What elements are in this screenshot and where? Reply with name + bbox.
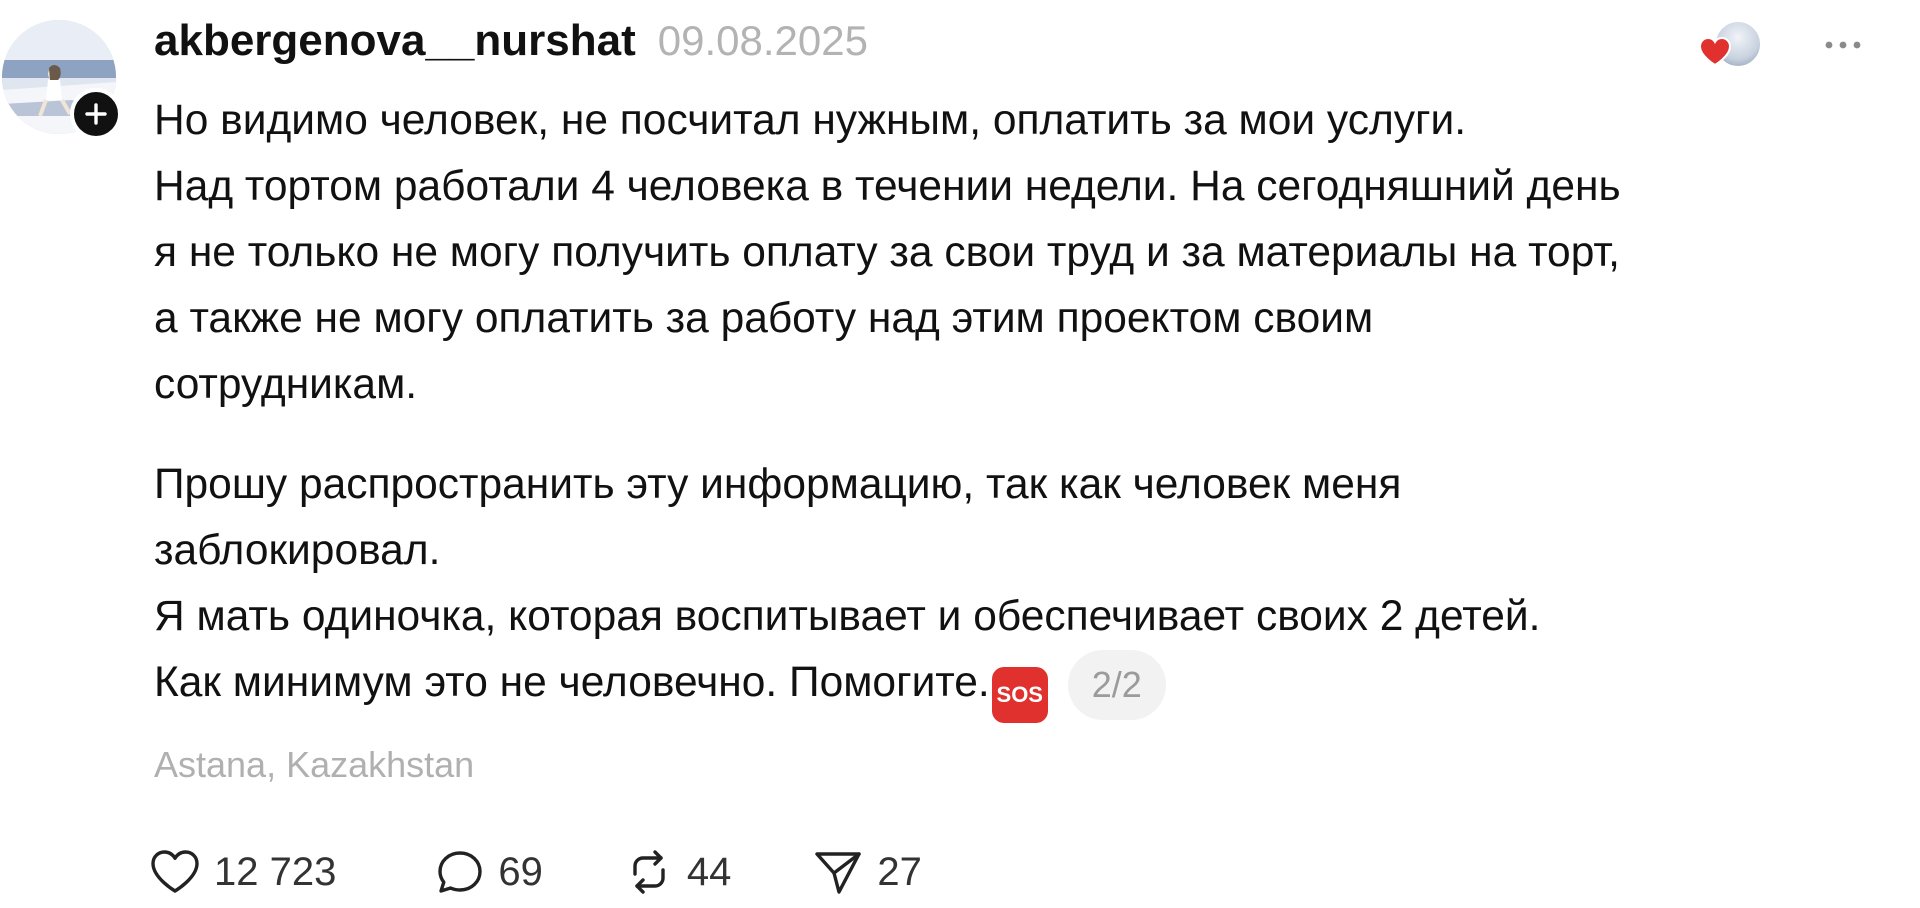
body-line-text: Как минимум это не человечно. Помогите. <box>154 659 990 707</box>
more-options-button[interactable] <box>1818 20 1868 70</box>
body-line: Я мать одиночка, которая воспитывает и о… <box>154 593 1541 640</box>
timestamp: 09.08.2025 <box>657 17 868 64</box>
repost-arrows-icon <box>633 850 665 894</box>
body-line: сотрудникам. <box>154 361 418 408</box>
sos-emoji: SOS <box>991 667 1048 724</box>
body-line: заблокировал. <box>154 527 441 574</box>
location[interactable]: Astana, Kazakhstan <box>154 744 474 786</box>
reply-count: 69 <box>498 849 543 894</box>
reply-button[interactable]: 69 <box>436 849 543 895</box>
speech-bubble-icon <box>438 851 483 893</box>
body-line-last: Как минимум это не человечно. Помогите. S… <box>154 650 1874 724</box>
username[interactable]: akbergenova__nurshat <box>154 16 636 66</box>
paper-plane-icon <box>815 852 862 894</box>
liked-by-indicator[interactable] <box>1698 20 1768 70</box>
body-line: я не только не могу получить оплату за с… <box>154 229 1620 276</box>
heart-outline-icon <box>151 850 199 893</box>
repost-button[interactable]: 44 <box>625 848 732 896</box>
post: akbergenova__nurshat 09.08.2025 Но видим… <box>0 0 1920 908</box>
post-body: Но видимо человек, не посчитал нужным, о… <box>154 88 1874 724</box>
share-count: 27 <box>877 849 922 894</box>
body-line: Над тортом работали 4 человека в течении… <box>154 163 1621 210</box>
like-count: 12 723 <box>214 849 337 894</box>
plus-icon <box>85 103 107 125</box>
heart-icon <box>1698 36 1732 67</box>
more-dots-icon <box>1825 41 1861 49</box>
body-line: Прошу распространить эту информацию, так… <box>154 461 1402 508</box>
action-bar: 12 723 69 44 27 <box>150 842 922 902</box>
body-line: а также не могу оплатить за работу над э… <box>154 295 1374 342</box>
repost-count: 44 <box>686 849 732 894</box>
post-header: akbergenova__nurshat 09.08.2025 <box>154 16 868 76</box>
like-button[interactable]: 12 723 <box>150 849 336 895</box>
share-button[interactable]: 27 <box>813 848 922 896</box>
page-indicator: 2/2 <box>1067 650 1166 720</box>
follow-button[interactable] <box>70 88 122 140</box>
body-line: Но видимо человек, не посчитал нужным, о… <box>154 97 1467 144</box>
